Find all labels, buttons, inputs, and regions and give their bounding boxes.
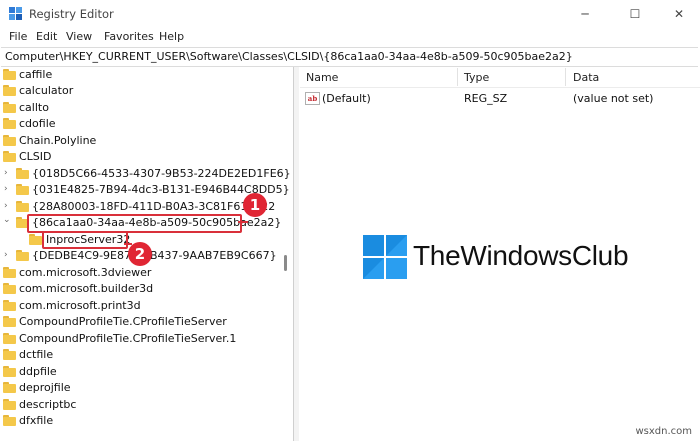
callout-badge-2: 2 [128, 242, 152, 266]
column-header-data[interactable]: Data [573, 71, 599, 84]
column-separator[interactable] [565, 68, 566, 86]
tree-item-cdofile[interactable]: cdofile [0, 116, 290, 132]
maximize-button[interactable]: ☐ [612, 3, 658, 25]
menu-file[interactable]: File [9, 30, 27, 43]
tree-item-ddpfile[interactable]: ddpfile [0, 364, 290, 380]
close-button[interactable]: ✕ [656, 3, 700, 25]
address-bar[interactable]: Computer\HKEY_CURRENT_USER\Software\Clas… [1, 47, 698, 67]
folder-icon [3, 118, 16, 129]
chevron-right-icon[interactable]: › [4, 168, 8, 178]
tree-item-label: CompoundProfileTie.CProfileTieServer.1 [19, 332, 237, 345]
folder-icon [3, 300, 16, 311]
tree-item-compoundprofiletie[interactable]: CompoundProfileTie.CProfileTieServer [0, 314, 290, 330]
folder-icon [16, 250, 29, 261]
menu-edit[interactable]: Edit [36, 30, 57, 43]
folder-icon [3, 316, 16, 327]
tree-item-label: cdofile [19, 117, 56, 130]
chevron-right-icon[interactable]: › [4, 250, 8, 260]
folder-icon [3, 333, 16, 344]
pane-splitter[interactable] [294, 67, 299, 441]
tree-item-clsid[interactable]: CLSID [0, 149, 290, 165]
windows-logo-icon [363, 235, 407, 279]
tree-item-label: {28A80003-18FD-411D-B0A3-3C81F618E22 [32, 200, 276, 213]
tree-item-label: {018D5C66-4533-4307-9B53-224DE2ED1FE6} [32, 167, 291, 180]
folder-icon [3, 135, 16, 146]
window-title: Registry Editor [29, 7, 114, 21]
tree-item-callto[interactable]: callto [0, 100, 290, 116]
column-separator[interactable] [457, 68, 458, 86]
tree-item-com-microsoft-print3d[interactable]: com.microsoft.print3d [0, 298, 290, 314]
tree-item-compoundprofiletie-1[interactable]: CompoundProfileTie.CProfileTieServer.1 [0, 331, 290, 347]
tree-item-label: com.microsoft.3dviewer [19, 266, 152, 279]
value-name: (Default) [322, 92, 371, 105]
highlight-box-inprocserver32 [42, 231, 128, 249]
tree-item-label: {DEDBE4C9-9E87 [32, 249, 131, 262]
tree-item-dctfile[interactable]: dctfile [0, 347, 290, 363]
folder-icon [16, 168, 29, 179]
menu-help[interactable]: Help [159, 30, 184, 43]
tree-item-clsid-018d5c66[interactable]: › {018D5C66-4533-4307-9B53-224DE2ED1FE6} [0, 166, 291, 182]
tree-scrollbar-thumb[interactable] [284, 255, 287, 271]
folder-icon [3, 283, 16, 294]
tree-item-label: caffile [19, 68, 53, 81]
column-header-name[interactable]: Name [306, 71, 338, 84]
tree-item-label: CompoundProfileTie.CProfileTieServer [19, 315, 227, 328]
tree-item-label: callto [19, 101, 49, 114]
value-type: REG_SZ [464, 92, 508, 105]
folder-icon [3, 366, 16, 377]
tree-item-label: com.microsoft.print3d [19, 299, 141, 312]
tree-item-label: dctfile [19, 348, 54, 361]
tree-item-label: calculator [19, 84, 74, 97]
folder-icon [3, 349, 16, 360]
address-path[interactable]: Computer\HKEY_CURRENT_USER\Software\Clas… [5, 50, 573, 63]
callout-1-connector [238, 221, 248, 223]
folder-icon [3, 399, 16, 410]
tree-item-chain-polyline[interactable]: Chain.Polyline [0, 133, 290, 149]
tree-item-com-microsoft-builder3d[interactable]: com.microsoft.builder3d [0, 281, 290, 297]
header-divider [300, 87, 700, 88]
menu-bar: File Edit View Favorites Help [0, 27, 700, 47]
tree-item-label: com.microsoft.builder3d [19, 282, 154, 295]
chevron-down-icon[interactable]: ⌄ [3, 215, 11, 225]
menu-view[interactable]: View [66, 30, 92, 43]
folder-icon [16, 184, 29, 195]
tree-item-caffile[interactable]: caffile [0, 67, 290, 83]
folder-icon [3, 151, 16, 162]
tree-item-label: ddpfile [19, 365, 57, 378]
tree-item-com-microsoft-3dviewer[interactable]: com.microsoft.3dviewer [0, 265, 290, 281]
folder-icon [3, 85, 16, 96]
watermark: wsxdn.com [635, 426, 692, 437]
thewindowsclub-logo: TheWindowsClub [363, 235, 633, 281]
tree-item-descriptbc[interactable]: descriptbc [0, 397, 290, 413]
tree-item-label: descriptbc [19, 398, 77, 411]
tree-item-label: Chain.Polyline [19, 134, 97, 147]
folder-icon [16, 201, 29, 212]
chevron-right-icon[interactable]: › [4, 184, 8, 194]
folder-icon [3, 267, 16, 278]
chevron-right-icon[interactable]: › [4, 201, 8, 211]
tree-item-label: deprojfile [19, 381, 71, 394]
registry-editor-icon [9, 7, 22, 20]
tree-item-label: dfxfile [19, 414, 54, 427]
menu-favorites[interactable]: Favorites [104, 30, 154, 43]
folder-icon [29, 234, 42, 245]
logo-text: TheWindowsClub [413, 240, 629, 271]
value-data: (value not set) [573, 92, 654, 105]
string-value-icon: ab [305, 92, 320, 105]
folder-icon [3, 382, 16, 393]
folder-icon [3, 69, 16, 80]
title-bar: Registry Editor ─ ☐ ✕ [0, 0, 700, 27]
tree-item-dfxfile[interactable]: dfxfile [0, 413, 290, 429]
tree-item-calculator[interactable]: calculator [0, 83, 290, 99]
folder-icon [3, 102, 16, 113]
folder-icon [3, 415, 16, 426]
tree-item-deprojfile[interactable]: deprojfile [0, 380, 290, 396]
callout-badge-1: 1 [243, 193, 267, 217]
column-header-type[interactable]: Type [464, 71, 489, 84]
tree-item-label-tail: B437-9AAB7EB9C667} [150, 249, 277, 262]
tree-item-label: CLSID [19, 150, 52, 163]
minimize-button[interactable]: ─ [562, 3, 608, 25]
